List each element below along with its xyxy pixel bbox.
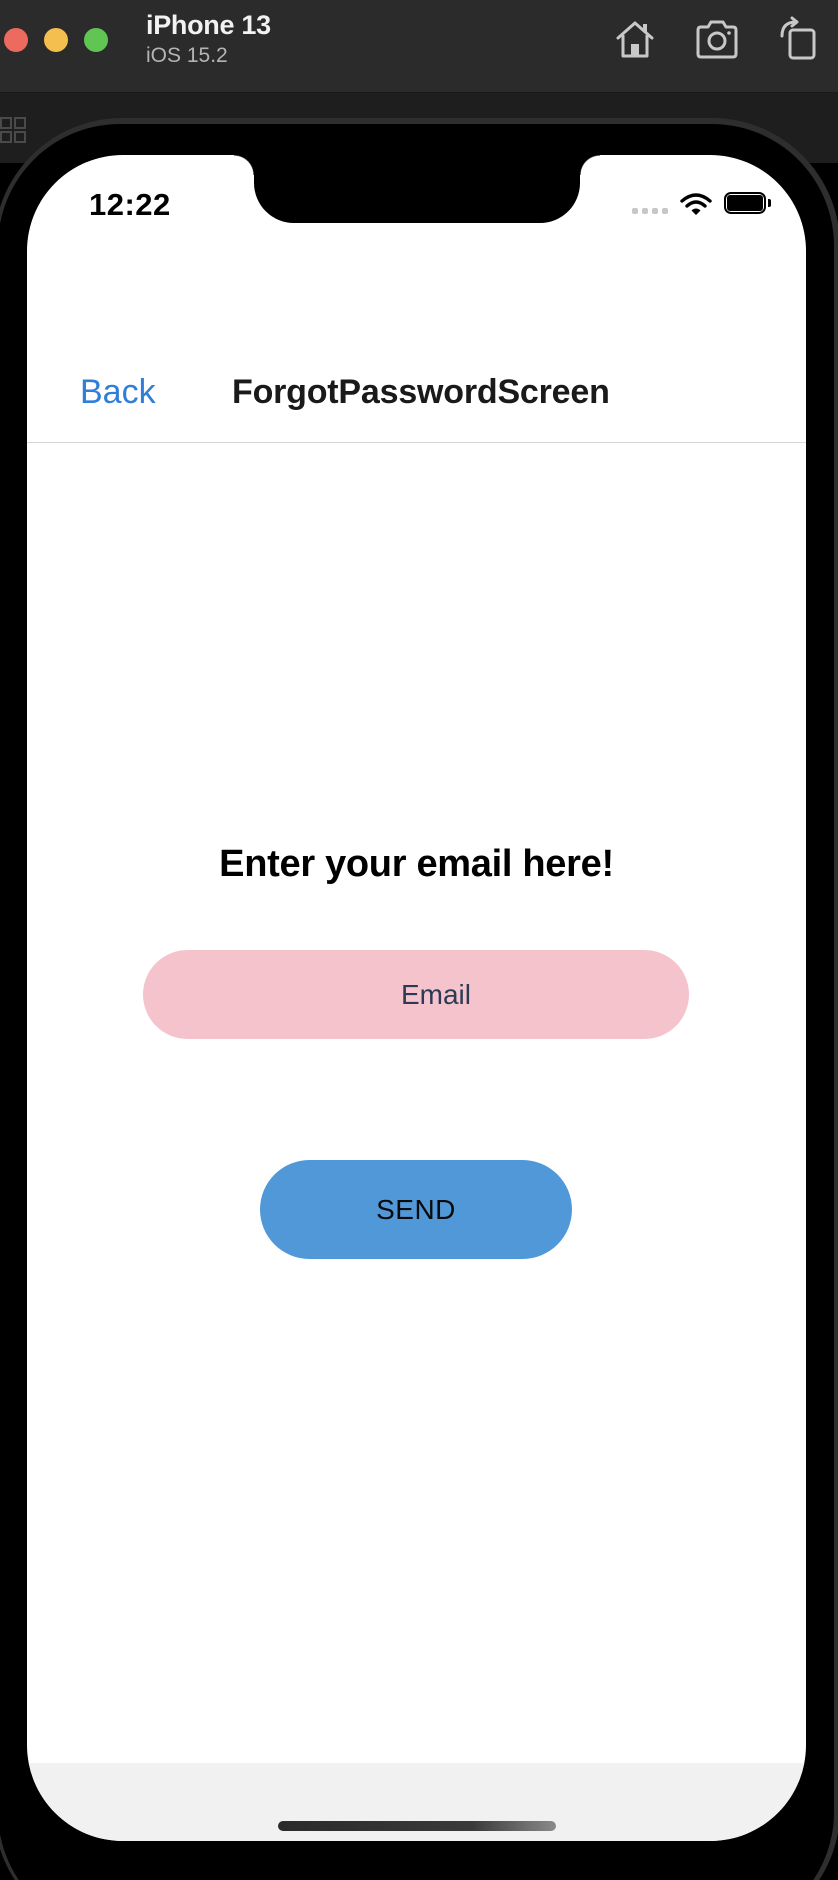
rotate-icon[interactable]: [776, 16, 822, 62]
zoom-window-button[interactable]: [84, 28, 108, 52]
email-prompt-heading: Enter your email here!: [219, 843, 614, 885]
back-button[interactable]: Back: [80, 373, 156, 412]
minimize-window-button[interactable]: [44, 28, 68, 52]
screen-title: ForgotPasswordScreen: [232, 373, 610, 411]
simulator-window: iPhone 13 iOS 15.2 12:22 Back ForgotPass…: [0, 0, 838, 1880]
simulator-toolbar: iPhone 13 iOS 15.2: [0, 0, 838, 93]
close-window-button[interactable]: [4, 28, 28, 52]
status-indicators: [632, 191, 772, 217]
grid-icon[interactable]: [0, 117, 26, 143]
status-time: 12:22: [89, 187, 171, 222]
device-os-version: iOS 15.2: [146, 44, 228, 67]
phone-screen: 12:22 Back ForgotPasswordScreen Enter yo…: [27, 155, 806, 1841]
screenshot-icon[interactable]: [694, 16, 740, 62]
wifi-icon: [680, 192, 712, 216]
navigation-header: Back ForgotPasswordScreen: [27, 355, 806, 443]
home-icon[interactable]: [612, 16, 658, 62]
device-name: iPhone 13: [146, 10, 271, 40]
cellular-signal-icon: [632, 194, 668, 214]
home-indicator[interactable]: [278, 1821, 556, 1831]
notch: [234, 155, 600, 223]
send-button[interactable]: SEND: [260, 1160, 572, 1259]
battery-icon: [724, 192, 772, 216]
email-input[interactable]: [143, 950, 689, 1039]
